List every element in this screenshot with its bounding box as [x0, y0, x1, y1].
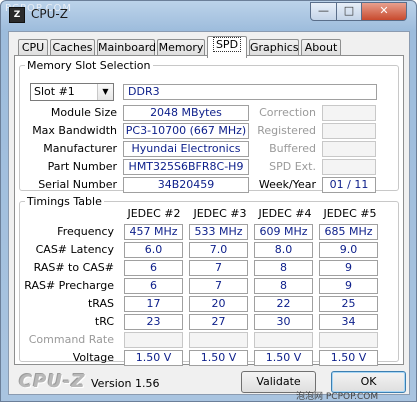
manufacturer-label: Manufacturer — [43, 142, 117, 155]
column-header: JEDEC #2 — [127, 207, 181, 220]
timing-cell — [254, 332, 313, 348]
buffered-value — [322, 141, 376, 157]
maximize-button[interactable]: □ — [336, 2, 362, 21]
registered-label: Registered — [257, 124, 316, 137]
window-title: CPU-Z — [31, 7, 68, 21]
slot-selected-value: Slot #1 — [34, 85, 75, 98]
part-number-label: Part Number — [47, 160, 117, 173]
timing-cell: 1.50 V — [124, 350, 183, 366]
week-year-value: 01 / 11 — [322, 177, 376, 193]
correction-value — [322, 105, 376, 121]
timing-cell: 1.50 V — [319, 350, 378, 366]
cpuz-logo: CPU-Z — [19, 371, 86, 392]
part-number-value: HMT325S6BFR8C-H9 — [123, 159, 249, 175]
timings-table-legend: Timings Table — [25, 195, 104, 208]
timing-cell: 9 — [319, 260, 378, 276]
timing-cell: 8 — [254, 278, 313, 294]
module-size-value: 2048 MBytes — [123, 105, 249, 121]
timing-cell: 25 — [319, 296, 378, 312]
memory-type-value: DDR3 — [123, 84, 377, 100]
memory-slot-group: Memory Slot Selection Slot #1 ▼ DDR3 Mod… — [19, 59, 399, 193]
timing-cell: 7.0 — [189, 242, 248, 258]
chevron-down-icon[interactable]: ▼ — [97, 84, 113, 100]
timing-cell: 8 — [254, 260, 313, 276]
timing-cell: 7 — [189, 278, 248, 294]
timing-cell: 8.0 — [254, 242, 313, 258]
timing-cell: 27 — [189, 314, 248, 330]
manufacturer-value: Hyundai Electronics — [123, 141, 249, 157]
timing-cell — [124, 332, 183, 348]
column-header: JEDEC #3 — [193, 207, 247, 220]
timing-cell: 9.0 — [319, 242, 378, 258]
max-bandwidth-value: PC3-10700 (667 MHz) — [123, 123, 249, 139]
title-bar[interactable]: PCPOP.COM Z CPU-Z — □ ✕ — [1, 1, 416, 29]
tab-label: Caches — [52, 41, 93, 54]
module-size-label: Module Size — [50, 106, 117, 119]
timing-cell: 609 MHz — [254, 224, 313, 240]
timing-cell: 9 — [319, 278, 378, 294]
timing-cell: 1.50 V — [254, 350, 313, 366]
cpuz-window: PCPOP.COM Z CPU-Z — □ ✕ CPU Caches Mainb… — [0, 0, 417, 402]
timing-cell: 22 — [254, 296, 313, 312]
voltage-label: Voltage — [72, 351, 114, 364]
tab-label: CPU — [21, 41, 45, 54]
slot-select-dropdown[interactable]: Slot #1 ▼ — [30, 83, 114, 101]
timings-table-group: Timings Table JEDEC #2 JEDEC #3 JEDEC #4… — [19, 195, 399, 366]
tab-spd[interactable]: SPD — [207, 36, 247, 58]
ras-to-cas-label: RAS# to CAS# — [33, 261, 114, 274]
memory-slot-legend: Memory Slot Selection — [25, 59, 153, 72]
timing-cell: 457 MHz — [124, 224, 183, 240]
timing-cell: 6.0 — [124, 242, 183, 258]
tab-label: SPD — [212, 37, 242, 52]
timing-cell: 533 MHz — [189, 224, 248, 240]
tab-label: Mainboard — [98, 41, 157, 54]
serial-number-value: 34B20459 — [123, 177, 249, 193]
site-watermark: 泡泡网 PCPOP.COM — [296, 392, 379, 402]
spd-ext-value — [322, 159, 376, 175]
cas-latency-label: CAS# Latency — [35, 243, 114, 256]
close-button[interactable]: ✕ — [361, 2, 407, 21]
client-area: CPU Caches Mainboard Memory SPD Graphics… — [8, 31, 410, 395]
timing-cell: 17 — [124, 296, 183, 312]
timing-cell: 1.50 V — [189, 350, 248, 366]
column-header: JEDEC #4 — [258, 207, 312, 220]
timing-cell: 30 — [254, 314, 313, 330]
timing-cell — [189, 332, 248, 348]
tab-label: About — [304, 41, 338, 54]
timing-cell: 7 — [189, 260, 248, 276]
tab-label: Graphics — [250, 41, 299, 54]
timing-cell: 20 — [189, 296, 248, 312]
frequency-label: Frequency — [57, 225, 114, 238]
trc-label: tRC — [94, 315, 114, 328]
buffered-label: Buffered — [269, 142, 316, 155]
tab-label: Memory — [158, 41, 204, 54]
timing-cell — [319, 332, 378, 348]
week-year-label: Week/Year — [258, 178, 316, 191]
spd-ext-label: SPD Ext. — [269, 160, 316, 173]
registered-value — [322, 123, 376, 139]
tras-label: tRAS — [87, 297, 114, 310]
timing-cell: 6 — [124, 260, 183, 276]
timing-cell: 6 — [124, 278, 183, 294]
timing-cell: 34 — [319, 314, 378, 330]
serial-number-label: Serial Number — [38, 178, 117, 191]
spd-tab-panel: Memory Slot Selection Slot #1 ▼ DDR3 Mod… — [14, 55, 404, 366]
version-label: Version 1.56 — [91, 377, 160, 390]
ras-precharge-label: RAS# Precharge — [24, 279, 114, 292]
command-rate-label: Command Rate — [28, 333, 114, 346]
timing-cell: 23 — [124, 314, 183, 330]
minimize-button[interactable]: — — [310, 2, 337, 21]
correction-label: Correction — [259, 106, 316, 119]
cpuz-app-icon: Z — [9, 7, 25, 23]
max-bandwidth-label: Max Bandwidth — [32, 124, 117, 137]
timing-cell: 685 MHz — [319, 224, 378, 240]
column-header: JEDEC #5 — [323, 207, 377, 220]
